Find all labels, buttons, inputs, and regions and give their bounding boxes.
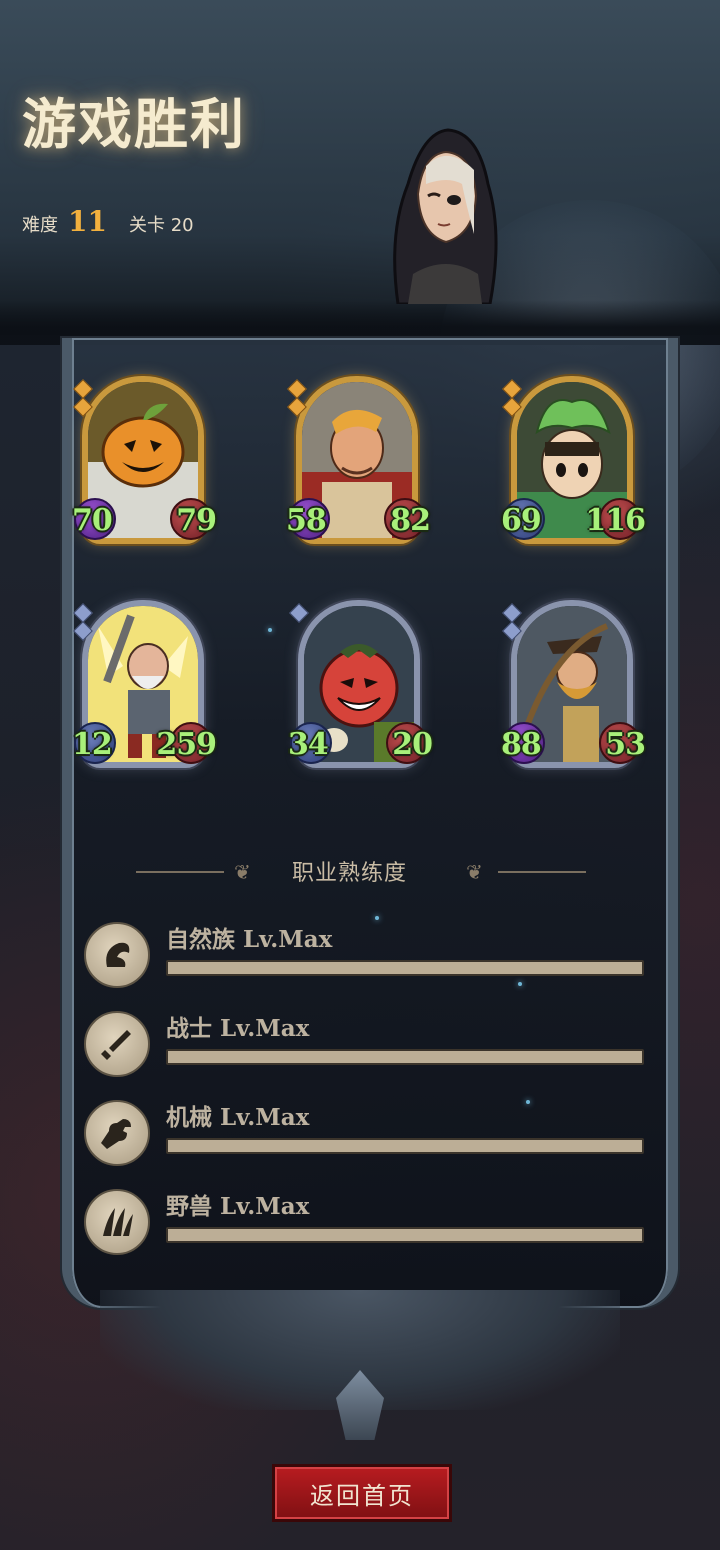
hero-card-engineer[interactable]: 12 259: [72, 596, 217, 776]
health-value: 259: [156, 727, 217, 762]
health-value: 20: [392, 727, 433, 762]
return-home-button[interactable]: 返回首页: [272, 1464, 452, 1522]
hero-card-pumpkin[interactable]: 70 79: [72, 372, 217, 552]
health-value: 79: [176, 503, 217, 538]
difficulty-value: 11: [68, 205, 107, 238]
level-info: 难度 11 关卡 20: [22, 205, 194, 238]
proficiency-fill: [168, 962, 642, 974]
health-value: 82: [390, 503, 431, 538]
proficiency-row-nature: 自然族 Lv.Max: [84, 920, 644, 988]
proficiency-bar: [166, 1049, 644, 1065]
hooded-hero-portrait: [393, 128, 498, 304]
swirl-ornament-left: ❦: [234, 860, 251, 884]
proficiency-label: 自然族 Lv.Max: [166, 926, 333, 953]
proficiency-bar: [166, 960, 644, 976]
claw-icon: [84, 1189, 150, 1255]
proficiency-fill: [168, 1140, 642, 1152]
wrench-icon: [84, 1100, 150, 1166]
proficiency-bar: [166, 1227, 644, 1243]
sword-icon: [84, 1011, 150, 1077]
hero-card-tomato[interactable]: 34 20: [288, 596, 433, 776]
nature-icon: [84, 922, 150, 988]
attack-value: 70: [72, 503, 113, 538]
hero-card-warrior[interactable]: 58 82: [286, 372, 431, 552]
hero-card-pirate[interactable]: 88 53: [501, 596, 646, 776]
attack-value: 58: [286, 503, 327, 538]
proficiency-fill: [168, 1051, 642, 1063]
health-value: 53: [605, 727, 646, 762]
title-rule-right: [498, 871, 586, 873]
proficiency-label: 野兽 Lv.Max: [166, 1193, 310, 1220]
proficiency-fill: [168, 1229, 642, 1241]
stage-label: 关卡 20: [128, 215, 194, 236]
proficiency-bar: [166, 1138, 644, 1154]
sparkle: [268, 628, 272, 632]
proficiency-row-warrior: 战士 Lv.Max: [84, 1009, 644, 1077]
proficiency-title: 职业熟练度: [292, 861, 408, 886]
difficulty-label: 难度: [22, 215, 58, 236]
proficiency-label: 战士 Lv.Max: [166, 1015, 310, 1042]
proficiency-label: 机械 Lv.Max: [166, 1104, 310, 1131]
proficiency-row-beast: 野兽 Lv.Max: [84, 1187, 644, 1255]
attack-value: 88: [501, 727, 542, 762]
page-title: 游戏胜利: [22, 92, 246, 156]
attack-value: 69: [501, 503, 542, 538]
hero-card-sprout[interactable]: 69 116: [501, 372, 646, 552]
swirl-ornament-right: ❦: [466, 860, 483, 884]
title-rule-left: [136, 871, 224, 873]
health-value: 116: [585, 503, 646, 538]
attack-value: 12: [72, 727, 113, 762]
attack-value: 34: [288, 727, 329, 762]
proficiency-row-mechanical: 机械 Lv.Max: [84, 1098, 644, 1166]
